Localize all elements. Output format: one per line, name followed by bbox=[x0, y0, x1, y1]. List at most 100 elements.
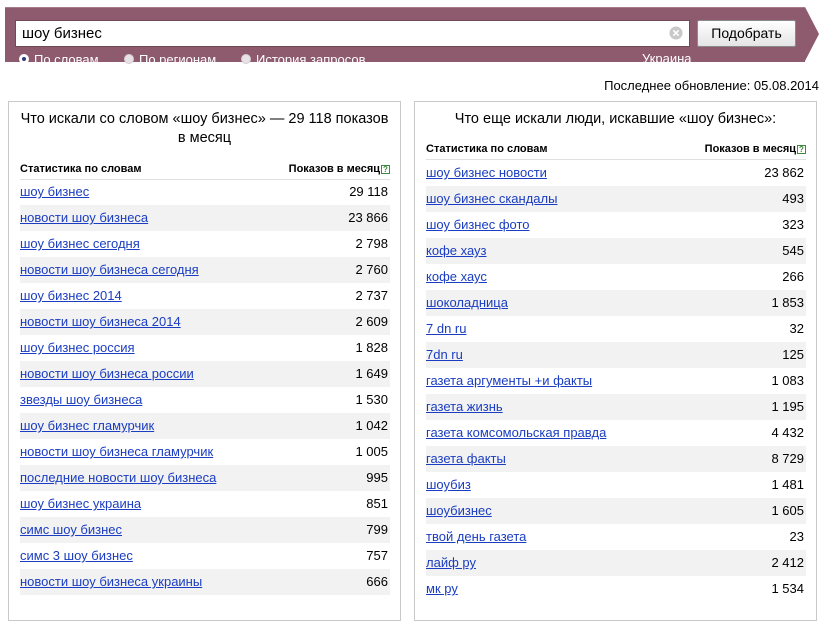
radio-icon[interactable] bbox=[241, 54, 251, 64]
impressions-count: 493 bbox=[782, 191, 804, 206]
keyword-link[interactable]: кофе хауз bbox=[426, 238, 487, 264]
table-row: звезды шоу бизнеса 1 530 bbox=[20, 387, 390, 413]
radio-checked-icon[interactable] bbox=[19, 54, 29, 64]
keyword-link[interactable]: симс шоу бизнес bbox=[20, 517, 122, 543]
table-row: шоубиз 1 481 bbox=[426, 472, 806, 498]
impressions-count: 1 828 bbox=[355, 340, 388, 355]
word-stats-title: Что искали со словом «шоу бизнес» — 29 1… bbox=[20, 111, 389, 146]
keyword-link[interactable]: звезды шоу бизнеса bbox=[20, 387, 142, 413]
keyword-link[interactable]: шоу бизнес украина bbox=[20, 491, 141, 517]
related-queries-header: Статистика по словам Показов в месяц? bbox=[426, 141, 806, 160]
help-icon[interactable]: ? bbox=[797, 145, 806, 154]
table-row: шоу бизнес новости 23 862 bbox=[426, 160, 806, 186]
impressions-count: 799 bbox=[366, 522, 388, 537]
keyword-link[interactable]: последние новости шоу бизнеса bbox=[20, 465, 216, 491]
table-row: мк ру 1 534 bbox=[426, 576, 806, 602]
keyword-link[interactable]: шоубизнес bbox=[426, 498, 492, 524]
table-row: шоу бизнес скандалы 493 bbox=[426, 186, 806, 212]
keyword-link[interactable]: шоу бизнес 2014 bbox=[20, 283, 122, 309]
help-icon[interactable]: ? bbox=[381, 165, 390, 174]
keyword-link[interactable]: твой день газета bbox=[426, 524, 526, 550]
impressions-count: 23 862 bbox=[764, 165, 804, 180]
impressions-count: 2 412 bbox=[771, 555, 804, 570]
keyword-link[interactable]: 7dn ru bbox=[426, 342, 463, 368]
impressions-count: 8 729 bbox=[771, 451, 804, 466]
keyword-link[interactable]: кофе хаус bbox=[426, 264, 487, 290]
keyword-link[interactable]: газета факты bbox=[426, 446, 506, 472]
table-row: газета жизнь 1 195 bbox=[426, 394, 806, 420]
impressions-count: 2 760 bbox=[355, 262, 388, 277]
table-row: газета факты 8 729 bbox=[426, 446, 806, 472]
word-stats-list: шоу бизнес 29 118 новости шоу бизнеса 23 86… bbox=[20, 179, 390, 595]
keyword-link[interactable]: шоу бизнес гламурчик bbox=[20, 413, 154, 439]
search-header-arrow bbox=[805, 7, 819, 61]
impressions-count: 23 866 bbox=[348, 210, 388, 225]
table-row: последние новости шоу бизнеса 995 bbox=[20, 465, 390, 491]
submit-button[interactable]: Подобрать bbox=[697, 20, 796, 47]
table-row: твой день газета 23 bbox=[426, 524, 806, 550]
table-row: новости шоу бизнеса 2014 2 609 bbox=[20, 309, 390, 335]
keyword-link[interactable]: новости шоу бизнеса гламурчик bbox=[20, 439, 213, 465]
keyword-link[interactable]: новости шоу бизнеса сегодня bbox=[20, 257, 199, 283]
keyword-link[interactable]: шоколадница bbox=[426, 290, 508, 316]
search-header-frame: Подобрать По словам По регионам История … bbox=[5, 7, 805, 67]
keyword-link[interactable]: шоубиз bbox=[426, 472, 471, 498]
keyword-link[interactable]: 7 dn ru bbox=[426, 316, 466, 342]
impressions-count: 2 737 bbox=[355, 288, 388, 303]
impressions-count: 1 530 bbox=[355, 392, 388, 407]
keyword-link[interactable]: новости шоу бизнеса bbox=[20, 205, 148, 231]
keyword-link[interactable]: новости шоу бизнеса украины bbox=[20, 569, 202, 595]
column-keyword-header: Статистика по словам bbox=[426, 143, 548, 155]
table-row: симс шоу бизнес 799 bbox=[20, 517, 390, 543]
impressions-count: 757 bbox=[366, 548, 388, 563]
impressions-count: 545 bbox=[782, 243, 804, 258]
related-queries-title: Что еще искали люди, искавшие «шоу бизне… bbox=[454, 111, 777, 127]
impressions-count: 1 649 bbox=[355, 366, 388, 381]
impressions-count: 125 bbox=[782, 347, 804, 362]
keyword-link[interactable]: шоу бизнес скандалы bbox=[426, 186, 557, 212]
impressions-count: 29 118 bbox=[349, 184, 388, 199]
table-row: 7dn ru 125 bbox=[426, 342, 806, 368]
mode-query-history-label: История запросов bbox=[256, 52, 366, 67]
impressions-count: 4 432 bbox=[771, 425, 804, 440]
table-row: 7 dn ru 32 bbox=[426, 316, 806, 342]
keyword-link[interactable]: шоу бизнес сегодня bbox=[20, 231, 140, 257]
table-row: шоу бизнес россия 1 828 bbox=[20, 335, 390, 361]
related-queries-list: шоу бизнес новости 23 862 шоу бизнес сканд… bbox=[426, 160, 806, 602]
keyword-link[interactable]: шоу бизнес россия bbox=[20, 335, 135, 361]
keyword-link[interactable]: газета жизнь bbox=[426, 394, 503, 420]
table-row: новости шоу бизнеса сегодня 2 760 bbox=[20, 257, 390, 283]
impressions-count: 851 bbox=[366, 496, 388, 511]
table-row: шоу бизнес 29 118 bbox=[20, 179, 390, 205]
table-row: симс 3 шоу бизнес 757 bbox=[20, 543, 390, 569]
impressions-count: 2 609 bbox=[355, 314, 388, 329]
impressions-count: 1 605 bbox=[771, 503, 804, 518]
keyword-link[interactable]: шоу бизнес новости bbox=[426, 160, 547, 186]
keyword-link[interactable]: газета комсомольская правда bbox=[426, 420, 606, 446]
radio-icon[interactable] bbox=[124, 54, 134, 64]
table-row: новости шоу бизнеса 23 866 bbox=[20, 205, 390, 231]
table-row: шоу бизнес 2014 2 737 bbox=[20, 283, 390, 309]
table-row: лайф ру 2 412 bbox=[426, 550, 806, 576]
word-stats-panel: Что искали со словом «шоу бизнес» — 29 1… bbox=[8, 101, 401, 621]
impressions-count: 1 195 bbox=[771, 399, 804, 414]
table-row: кофе хаус 266 bbox=[426, 264, 806, 290]
keyword-link[interactable]: шоу бизнес bbox=[20, 179, 89, 205]
keyword-link[interactable]: мк ру bbox=[426, 576, 458, 602]
table-row: новости шоу бизнеса гламурчик 1 005 bbox=[20, 439, 390, 465]
keyword-link[interactable]: газета аргументы +и факты bbox=[426, 368, 592, 394]
impressions-count: 1 853 bbox=[771, 295, 804, 310]
impressions-count: 23 bbox=[789, 529, 804, 544]
keyword-link[interactable]: новости шоу бизнеса 2014 bbox=[20, 309, 181, 335]
search-input[interactable] bbox=[15, 20, 690, 47]
table-row: кофе хауз 545 bbox=[426, 238, 806, 264]
region-link[interactable]: Украина bbox=[642, 51, 692, 66]
keyword-link[interactable]: новости шоу бизнеса россии bbox=[20, 361, 194, 387]
word-stats-header: Статистика по словам Показов в месяц? bbox=[20, 161, 390, 180]
clear-icon[interactable] bbox=[669, 26, 683, 40]
keyword-link[interactable]: шоу бизнес фото bbox=[426, 212, 530, 238]
keyword-link[interactable]: лайф ру bbox=[426, 550, 476, 576]
column-keyword-header: Статистика по словам bbox=[20, 163, 142, 175]
column-count-label: Показов в месяц bbox=[288, 163, 380, 175]
keyword-link[interactable]: симс 3 шоу бизнес bbox=[20, 543, 133, 569]
